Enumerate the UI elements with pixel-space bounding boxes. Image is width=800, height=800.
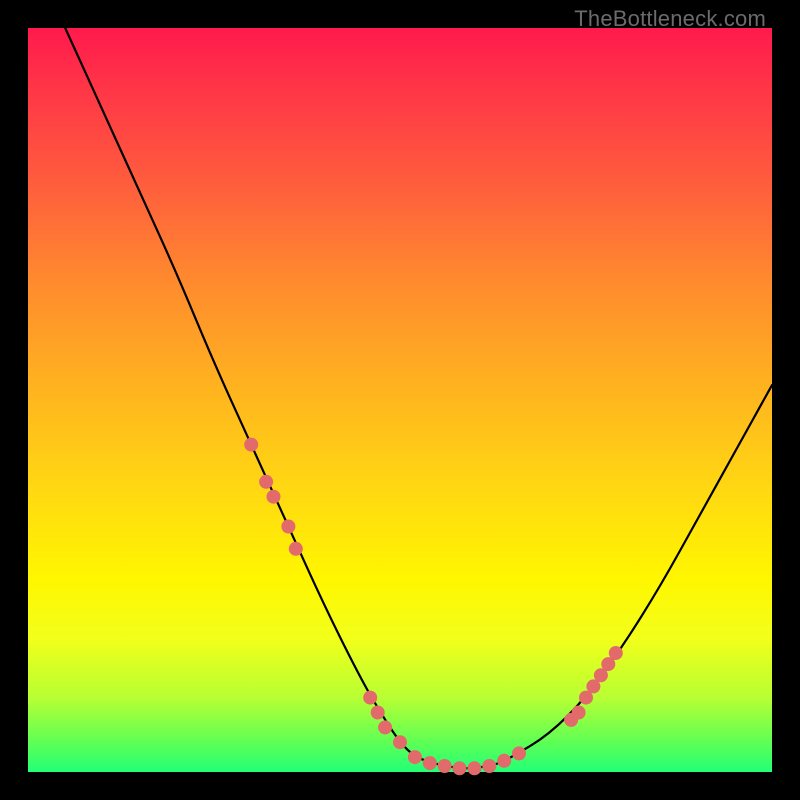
curve-marker (408, 750, 422, 764)
curve-marker (572, 706, 586, 720)
curve-marker (438, 759, 452, 773)
marker-group (244, 438, 623, 776)
curve-marker (378, 720, 392, 734)
bottleneck-curve (65, 28, 772, 768)
curve-marker (289, 542, 303, 556)
curve-marker (363, 691, 377, 705)
curve-marker (267, 490, 281, 504)
curve-marker (467, 761, 481, 775)
curve-marker (393, 735, 407, 749)
curve-marker (609, 646, 623, 660)
curve-marker (497, 754, 511, 768)
chart-stage: TheBottleneck.com (0, 0, 800, 800)
curve-marker (281, 520, 295, 534)
curve-marker (259, 475, 273, 489)
curve-marker (423, 756, 437, 770)
plot-area (28, 28, 772, 772)
curve-marker (244, 438, 258, 452)
curve-marker (482, 759, 496, 773)
watermark-text: TheBottleneck.com (574, 6, 766, 32)
curve-marker (512, 746, 526, 760)
chart-svg (28, 28, 772, 772)
curve-marker (453, 761, 467, 775)
curve-marker (371, 706, 385, 720)
